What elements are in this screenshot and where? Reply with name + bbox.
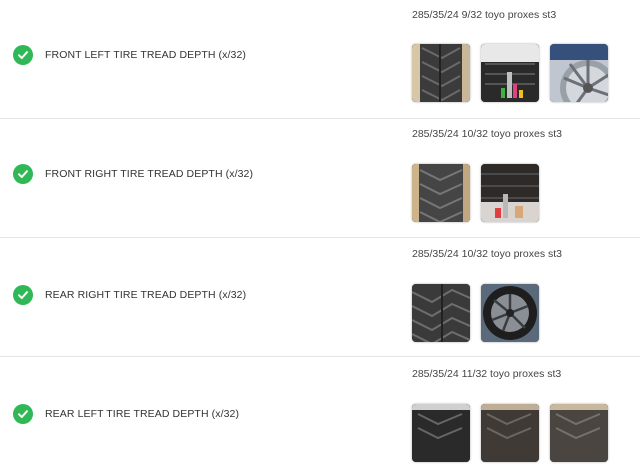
inspection-note: 285/35/24 9/32 toyo proxes st3 (412, 9, 557, 21)
inspection-row-front-right: FRONT RIGHT TIRE TREAD DEPTH (x/32) 285/… (0, 119, 640, 238)
tread-gauge-photo-thumbnail[interactable] (481, 44, 539, 102)
check-icon (13, 285, 33, 305)
inspection-note: 285/35/24 10/32 toyo proxes st3 (412, 128, 563, 140)
tread-photo-thumbnail[interactable] (412, 284, 470, 342)
tread-photo-thumbnail[interactable] (550, 404, 608, 462)
tread-gauge-photo-thumbnail[interactable] (481, 164, 539, 222)
inspection-row-rear-left: REAR LEFT TIRE TREAD DEPTH (x/32) 285/35… (0, 357, 640, 476)
photo-thumbnails (412, 404, 608, 462)
rim-photo-thumbnail[interactable] (481, 284, 539, 342)
check-icon (13, 404, 33, 424)
inspection-note: 285/35/24 11/32 toyo proxes st3 (412, 368, 562, 380)
inspection-row-rear-right: REAR RIGHT TIRE TREAD DEPTH (x/32) 285/3… (0, 238, 640, 357)
inspection-item-label: REAR LEFT TIRE TREAD DEPTH (x/32) (45, 408, 240, 420)
tread-photo-thumbnail[interactable] (412, 164, 470, 222)
check-icon (13, 45, 33, 65)
inspection-item-label: FRONT RIGHT TIRE TREAD DEPTH (x/32) (45, 168, 254, 180)
tread-photo-thumbnail[interactable] (481, 404, 539, 462)
tread-photo-thumbnail[interactable] (412, 44, 470, 102)
inspection-row-front-left: FRONT LEFT TIRE TREAD DEPTH (x/32) 285/3… (0, 0, 640, 119)
inspection-item-label: REAR RIGHT TIRE TREAD DEPTH (x/32) (45, 289, 247, 301)
inspection-item-label: FRONT LEFT TIRE TREAD DEPTH (x/32) (45, 49, 246, 61)
photo-thumbnails (412, 284, 539, 342)
inspection-note: 285/35/24 10/32 toyo proxes st3 (412, 248, 563, 260)
tread-photo-thumbnail[interactable] (412, 404, 470, 462)
photo-thumbnails (412, 44, 608, 102)
check-icon (13, 164, 33, 184)
rim-photo-thumbnail[interactable] (550, 44, 608, 102)
photo-thumbnails (412, 164, 539, 222)
